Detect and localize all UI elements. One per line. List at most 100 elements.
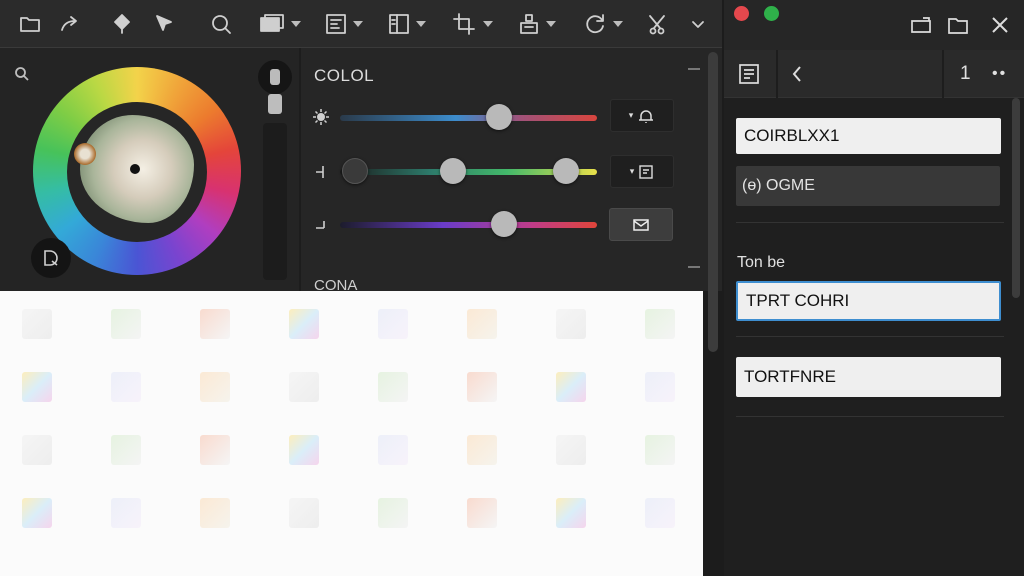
frame-icon[interactable]: [324, 10, 363, 38]
right-scrollbar[interactable]: [1012, 98, 1020, 298]
hue-slider-track[interactable]: [340, 115, 597, 121]
sun-icon: [312, 108, 330, 126]
swatch-tile[interactable]: [556, 309, 586, 339]
caret-icon: ▾: [628, 110, 634, 120]
panel-minimize-icon-2[interactable]: [688, 266, 700, 268]
swatch-tile[interactable]: [467, 372, 497, 402]
chevron-down-icon: [613, 21, 623, 27]
swatch-tile[interactable]: [289, 309, 319, 339]
caret-icon: ▾: [629, 166, 635, 176]
name-input[interactable]: COIRBLXX1: [736, 118, 1001, 154]
text-input[interactable]: TORTFNRE: [736, 357, 1001, 397]
swatch-tile[interactable]: [111, 435, 141, 465]
swatch-tile[interactable]: [111, 372, 141, 402]
value-slider-thumb[interactable]: [268, 94, 282, 114]
chevron-down-icon: [291, 21, 301, 27]
contrast-icon: [314, 163, 330, 181]
text-input-focused[interactable]: TPRT COHRI: [736, 281, 1001, 321]
folder-icon[interactable]: [946, 14, 970, 36]
wheel-selection-marker[interactable]: [130, 164, 140, 174]
lightness-slider-track[interactable]: [340, 222, 597, 228]
swatch-tile[interactable]: [645, 498, 675, 528]
panel-minimize-icon[interactable]: [688, 68, 700, 70]
cursor-icon[interactable]: [152, 10, 176, 38]
folder-icon[interactable]: [18, 10, 42, 38]
maximize-window-button[interactable]: [764, 6, 779, 21]
swatch-tile[interactable]: [200, 498, 230, 528]
magnify-icon[interactable]: [207, 10, 233, 38]
crop-icon[interactable]: [452, 10, 493, 38]
gallery-icon[interactable]: [738, 63, 760, 85]
swatch-tile[interactable]: [200, 372, 230, 402]
swatch-tile[interactable]: [556, 498, 586, 528]
swatch-tile[interactable]: [467, 309, 497, 339]
color-panel-title: COLOL: [314, 66, 375, 85]
swatch-tile[interactable]: [467, 435, 497, 465]
wheel-handle[interactable]: [74, 143, 96, 165]
panel-divider: [299, 48, 301, 291]
chevron-down-icon: [416, 21, 426, 27]
divider: [736, 416, 1004, 417]
page-number: 1: [960, 63, 971, 84]
back-chevron-icon[interactable]: [790, 65, 804, 83]
main-scrollbar[interactable]: [708, 52, 718, 352]
swatch-tile[interactable]: [467, 498, 497, 528]
saturation-mode-button[interactable]: ▾: [610, 155, 674, 188]
saturation-slider-thumb[interactable]: [553, 158, 580, 184]
swatch-tile[interactable]: [22, 372, 52, 402]
swatch-tile[interactable]: [378, 435, 408, 465]
chevron-down-icon: [353, 21, 363, 27]
divider: [736, 336, 1004, 337]
swatch-tile[interactable]: [378, 498, 408, 528]
swatch-tile[interactable]: [645, 435, 675, 465]
eyedropper-icon: [44, 250, 58, 266]
value-slider-cap-mark: [270, 69, 280, 85]
chevron-down-icon: [483, 21, 493, 27]
cut-icon[interactable]: [645, 10, 669, 38]
swatch-tile[interactable]: [200, 435, 230, 465]
swatch-tile[interactable]: [22, 309, 52, 339]
right-titlebar: [724, 0, 1024, 50]
bucket-icon[interactable]: [110, 10, 134, 38]
swatch-tile[interactable]: [556, 372, 586, 402]
option-row[interactable]: (ɵ) OGME: [736, 166, 1000, 206]
close-window-button[interactable]: [734, 6, 749, 21]
swatch-tile[interactable]: [289, 372, 319, 402]
swatch-tile[interactable]: [111, 309, 141, 339]
search-icon[interactable]: [14, 66, 30, 82]
right-panel-header: 1 ••: [724, 50, 1024, 98]
value-slider-track[interactable]: [263, 123, 287, 280]
document-icon: [639, 164, 653, 179]
swatch-tile[interactable]: [378, 309, 408, 339]
bell-icon: [639, 109, 654, 123]
close-icon[interactable]: [990, 15, 1010, 35]
lightness-mode-button[interactable]: [609, 208, 673, 241]
value-slider-cap[interactable]: [258, 60, 292, 94]
new-tab-icon[interactable]: [909, 14, 933, 36]
rotate-icon[interactable]: [582, 10, 623, 38]
color-wheel-area: [0, 48, 300, 291]
swatch-tile[interactable]: [289, 435, 319, 465]
hue-mode-button[interactable]: ▾: [610, 99, 674, 132]
saturation-slider-thumb[interactable]: [440, 158, 467, 184]
section-label: Ton be: [737, 254, 786, 271]
share-icon[interactable]: [58, 10, 82, 38]
eyedropper-button[interactable]: [31, 238, 71, 278]
swatch-canvas[interactable]: [0, 291, 703, 576]
panel-icon[interactable]: [387, 10, 426, 38]
swatch-tile[interactable]: [645, 309, 675, 339]
more-options-icon[interactable]: ••: [992, 65, 1007, 83]
export-icon[interactable]: [517, 10, 556, 38]
mail-icon: [633, 218, 649, 231]
swatch-tile[interactable]: [645, 372, 675, 402]
layers-icon[interactable]: [258, 10, 301, 38]
divider: [736, 222, 1004, 223]
swatch-tile[interactable]: [556, 435, 586, 465]
swatch-tile[interactable]: [289, 498, 319, 528]
swatch-tile[interactable]: [22, 498, 52, 528]
swatch-tile[interactable]: [111, 498, 141, 528]
overflow-chevron-icon[interactable]: [690, 10, 706, 38]
swatch-tile[interactable]: [22, 435, 52, 465]
swatch-tile[interactable]: [378, 372, 408, 402]
swatch-tile[interactable]: [200, 309, 230, 339]
